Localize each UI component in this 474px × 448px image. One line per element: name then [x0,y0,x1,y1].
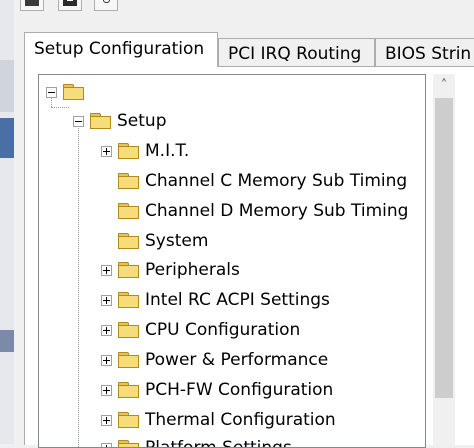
tree-item-label: Setup [117,111,166,131]
tab-setup-configuration[interactable]: Setup Configuration [24,32,218,67]
tree-item-setup[interactable]: Setup [73,108,166,134]
tree-line [51,107,69,108]
expand-toggle[interactable] [101,385,112,396]
folder-icon [118,412,139,428]
expand-toggle[interactable] [101,443,112,448]
tree-item-label: Intel RC ACPI Settings [145,290,330,310]
tree-item-label: Channel C Memory Sub Timing [145,171,407,191]
tree-item-label: Channel D Memory Sub Timing [145,201,408,221]
folder-icon [118,322,139,338]
scroll-up-button[interactable]: ˄ [433,74,455,96]
bios-settings-window: Setup Configuration PCI IRQ Routing BIOS… [14,0,474,444]
expand-toggle[interactable] [101,146,112,157]
tree-item-mit[interactable]: M.I.T. [101,138,189,164]
desktop-background-strip [0,0,14,444]
tree-item-label: Peripherals [145,260,240,280]
tree-item-platform-settings[interactable]: Platform Settings [101,435,292,448]
vertical-scrollbar[interactable]: ˄ [433,74,455,446]
folder-icon [118,173,139,189]
tab-bios-strings[interactable]: BIOS Strin [375,38,474,66]
open-folder-icon [25,0,39,6]
folder-icon [118,440,139,448]
tree-item-channel-d-memory-sub-timing[interactable]: Channel D Memory Sub Timing [101,198,408,224]
tree-item-peripherals[interactable]: Peripherals [101,257,240,283]
tree-item-power-and-performance[interactable]: Power & Performance [101,347,328,373]
folder-icon [118,143,139,159]
tree-item-thermal-configuration[interactable]: Thermal Configuration [101,407,336,433]
tree-item-label: CPU Configuration [145,320,300,340]
tree-item-label: PCH-FW Configuration [145,380,333,400]
tree-item-label: Platform Settings [145,438,292,448]
tree-item-label: Power & Performance [145,350,328,370]
folder-icon [118,203,139,219]
folder-icon [90,113,111,129]
save-icon [63,0,77,6]
collapse-toggle[interactable] [46,87,57,98]
tree-item-cpu-configuration[interactable]: CPU Configuration [101,317,300,343]
settings-tree[interactable]: Setup M.I.T. Channel C Memory Sub Timing… [38,74,426,448]
tree-item-pch-fw-configuration[interactable]: PCH-FW Configuration [101,377,333,403]
key-button[interactable] [94,0,118,11]
scroll-thumb[interactable] [435,98,453,398]
collapse-toggle[interactable] [73,116,84,127]
tree-item-system[interactable]: System [101,228,208,254]
folder-icon [118,233,139,249]
tab-panel: Setup M.I.T. Channel C Memory Sub Timing… [24,66,474,445]
tree-item-label: M.I.T. [145,141,189,161]
tree-item-label: System [145,231,208,251]
expand-toggle[interactable] [101,415,112,426]
folder-icon [118,292,139,308]
tree-item-root[interactable] [46,79,90,105]
folder-icon [118,352,139,368]
tab-strip: Setup Configuration PCI IRQ Routing BIOS… [24,32,474,66]
background-window-edge [0,118,14,158]
background-window-edge [0,330,14,352]
tree-item-channel-c-memory-sub-timing[interactable]: Channel C Memory Sub Timing [101,168,407,194]
folder-icon [118,262,139,278]
folder-icon [63,84,84,100]
key-icon [103,0,110,3]
tree-item-intel-rc-acpi-settings[interactable]: Intel RC ACPI Settings [101,287,330,313]
tab-pci-irq-routing[interactable]: PCI IRQ Routing [218,38,375,66]
tree-item-label: Thermal Configuration [145,410,336,430]
expand-toggle[interactable] [101,265,112,276]
open-button[interactable] [20,0,44,11]
save-button[interactable] [58,0,82,11]
expand-toggle[interactable] [101,295,112,306]
folder-icon [118,382,139,398]
background-window-edge [0,60,14,112]
toolbar [14,0,474,12]
chevron-up-icon: ˄ [441,78,448,93]
tree-line [78,121,79,448]
expand-toggle[interactable] [101,325,112,336]
expand-toggle[interactable] [101,355,112,366]
